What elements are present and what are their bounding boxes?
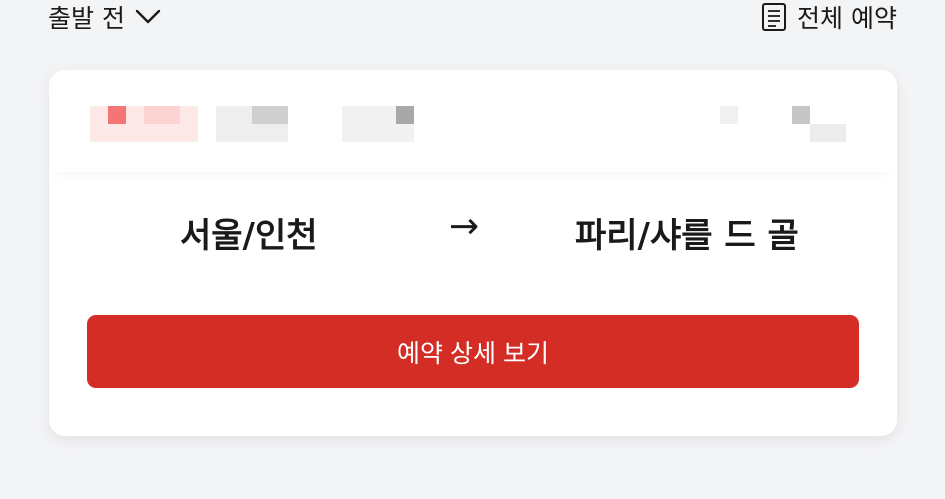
document-list-icon xyxy=(762,3,787,31)
all-reservations-label: 전체 예약 xyxy=(797,4,897,33)
redacted-info-strip xyxy=(49,70,897,172)
redacted-block xyxy=(792,106,810,124)
view-reservation-details-button[interactable]: 예약 상세 보기 xyxy=(87,315,859,388)
flight-route: 서울/인천 → 파리/샤를 드 골 xyxy=(49,200,897,260)
redacted-block xyxy=(252,106,288,124)
redacted-block xyxy=(720,106,738,124)
route-arrow-icon: → xyxy=(449,206,480,247)
redacted-block xyxy=(144,106,180,124)
chevron-down-icon xyxy=(135,9,161,24)
origin-city: 서울/인천 xyxy=(180,216,318,256)
redacted-block xyxy=(396,106,414,124)
top-bar: 출발 전 전체 예약 xyxy=(0,0,945,40)
status-filter-dropdown[interactable]: 출발 전 xyxy=(48,0,161,34)
destination-city: 파리/샤를 드 골 xyxy=(575,216,799,256)
redacted-block xyxy=(810,124,846,142)
redacted-block xyxy=(108,106,126,124)
status-filter-label: 출발 전 xyxy=(48,4,125,33)
reservation-card: 서울/인천 → 파리/샤를 드 골 예약 상세 보기 xyxy=(49,70,897,436)
all-reservations-link[interactable]: 전체 예약 xyxy=(761,0,897,34)
